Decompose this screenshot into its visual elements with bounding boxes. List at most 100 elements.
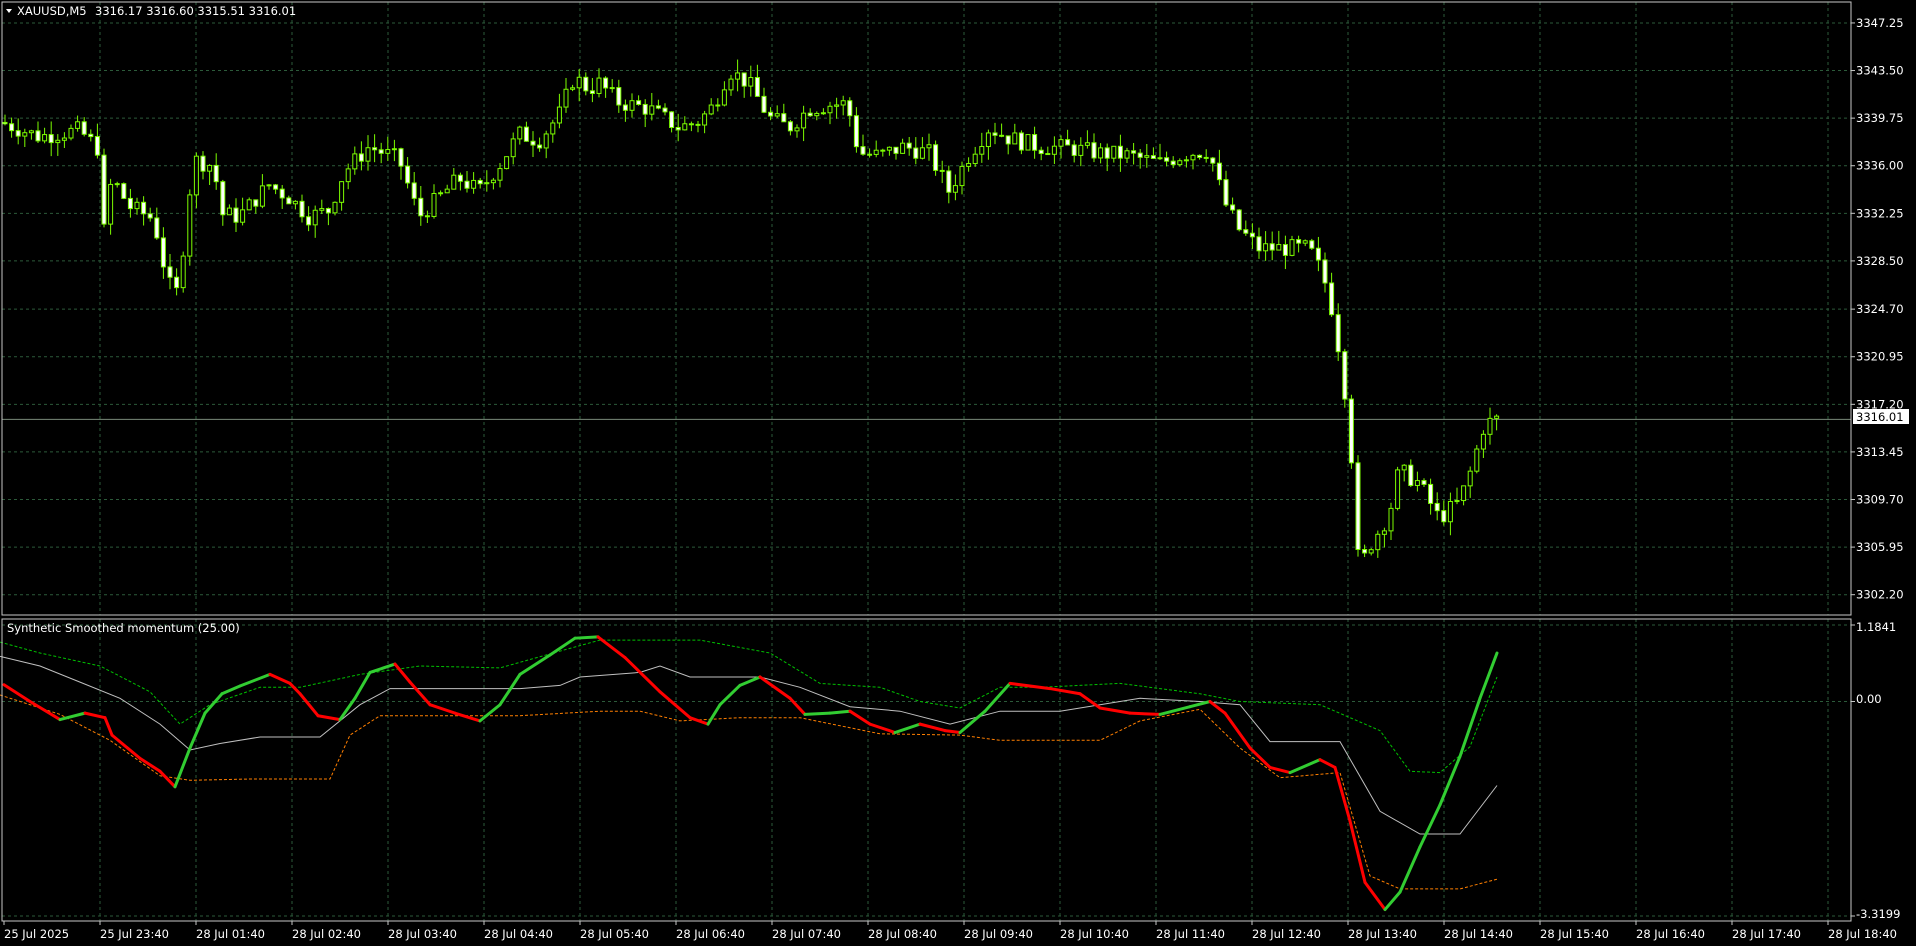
candle-body bbox=[61, 137, 67, 141]
chart-canvas[interactable]: 25 Jul 2025 25 Jul 23:40 28 Jul 01:40 28 Ju… bbox=[0, 0, 1916, 946]
indicator-zero-label: 0.00 bbox=[1856, 692, 1882, 706]
candle-body bbox=[1223, 179, 1229, 206]
candle-body bbox=[193, 155, 199, 196]
candle-body bbox=[1084, 142, 1090, 146]
candle-body bbox=[1190, 154, 1196, 161]
time-label: 28 Jul 06:40 bbox=[676, 927, 745, 941]
candle-body bbox=[1375, 533, 1381, 551]
time-label: 28 Jul 14:40 bbox=[1444, 927, 1513, 941]
momentum-up-segment bbox=[1478, 651, 1499, 700]
candle-body bbox=[715, 104, 721, 107]
candle-body bbox=[160, 237, 166, 268]
candle-body bbox=[1018, 132, 1024, 151]
momentum-down-segment bbox=[453, 711, 482, 723]
candle-body bbox=[748, 77, 754, 87]
momentum-down-segment bbox=[1128, 711, 1162, 716]
candle-body bbox=[1467, 470, 1473, 487]
candle-body bbox=[1309, 240, 1315, 249]
candle-body bbox=[1296, 239, 1302, 244]
price-label: 3328.50 bbox=[1856, 254, 1904, 268]
candle-body bbox=[345, 168, 351, 183]
candle-body bbox=[22, 132, 28, 137]
candle-body bbox=[1414, 480, 1420, 486]
time-label: 28 Jul 15:40 bbox=[1540, 927, 1609, 941]
candle-body bbox=[484, 182, 490, 185]
momentum-down-segment bbox=[943, 729, 962, 735]
candle-body bbox=[451, 174, 457, 190]
candle-body bbox=[1441, 510, 1447, 523]
candle-body bbox=[504, 156, 510, 170]
candle-body bbox=[1368, 549, 1374, 554]
momentum-up-segment bbox=[478, 703, 502, 723]
candle-body bbox=[457, 174, 463, 182]
candle-body bbox=[1098, 147, 1104, 159]
candle-body bbox=[1183, 159, 1189, 162]
candle-body bbox=[1434, 502, 1440, 512]
candle-body bbox=[1276, 244, 1282, 251]
momentum-up-segment bbox=[1158, 705, 1192, 716]
candle-body bbox=[114, 183, 120, 186]
candle-body bbox=[583, 76, 589, 92]
candle-body bbox=[200, 155, 206, 172]
candle-body bbox=[88, 133, 94, 138]
price-label: 3332.25 bbox=[1856, 206, 1904, 220]
candle-body bbox=[127, 197, 133, 210]
momentum-up-segment bbox=[498, 672, 522, 707]
candle-body bbox=[510, 138, 516, 158]
candle-body bbox=[332, 201, 338, 214]
candle-body bbox=[68, 127, 74, 139]
candle-body bbox=[385, 149, 391, 154]
candle-body bbox=[834, 104, 840, 107]
candle-body bbox=[240, 209, 246, 223]
ohlc-readout: 3316.17 3316.60 3315.51 3316.01 bbox=[95, 4, 296, 18]
candle-body bbox=[919, 147, 925, 159]
candle-body bbox=[42, 134, 48, 142]
candle-body bbox=[662, 107, 668, 113]
candle-body bbox=[840, 100, 846, 106]
candle-body bbox=[108, 183, 114, 225]
triangle-down-icon[interactable] bbox=[6, 9, 12, 13]
candle-body bbox=[226, 207, 232, 216]
indicator-title: Synthetic Smoothed momentum (25.00) bbox=[7, 621, 240, 635]
candle-body bbox=[101, 154, 107, 225]
candle-body bbox=[490, 179, 496, 184]
candle-body bbox=[1282, 244, 1288, 256]
candle-body bbox=[48, 134, 54, 144]
time-label: 28 Jul 12:40 bbox=[1252, 927, 1321, 941]
momentum-up-segment bbox=[220, 684, 242, 696]
candle-body bbox=[1005, 135, 1011, 145]
upper-band-line bbox=[0, 639, 1498, 774]
candle-body bbox=[365, 147, 371, 162]
momentum-down-segment bbox=[103, 716, 114, 737]
momentum-down-segment bbox=[1268, 765, 1292, 775]
candle-body bbox=[906, 142, 912, 149]
candle-body bbox=[1249, 232, 1255, 238]
momentum-up-segment bbox=[983, 681, 1012, 713]
momentum-down-segment bbox=[268, 672, 292, 685]
candle-body bbox=[1051, 145, 1057, 155]
candle-body bbox=[1091, 142, 1097, 159]
candle-body bbox=[1289, 239, 1295, 256]
candle-body bbox=[292, 200, 298, 205]
momentum-down-segment bbox=[158, 769, 177, 789]
candle-body bbox=[853, 115, 859, 148]
candle-body bbox=[15, 130, 21, 137]
candle-body bbox=[688, 123, 694, 126]
candle-body bbox=[1315, 247, 1321, 261]
candle-body bbox=[339, 181, 345, 203]
candle-body bbox=[642, 103, 648, 115]
momentum-down-segment bbox=[1223, 711, 1252, 750]
candle-body bbox=[966, 163, 972, 167]
candle-body bbox=[1269, 243, 1275, 251]
momentum-down-segment bbox=[1363, 880, 1387, 912]
candle-body bbox=[801, 112, 807, 129]
candle-body bbox=[774, 113, 780, 117]
candle-body bbox=[1447, 500, 1453, 523]
candle-body bbox=[537, 144, 543, 149]
momentum-up-segment bbox=[893, 722, 922, 735]
candle-body bbox=[1164, 157, 1170, 162]
candle-body bbox=[352, 153, 358, 170]
candle-body bbox=[893, 146, 899, 154]
momentum-down-segment bbox=[1048, 687, 1082, 696]
momentum-up-segment bbox=[1188, 700, 1212, 709]
